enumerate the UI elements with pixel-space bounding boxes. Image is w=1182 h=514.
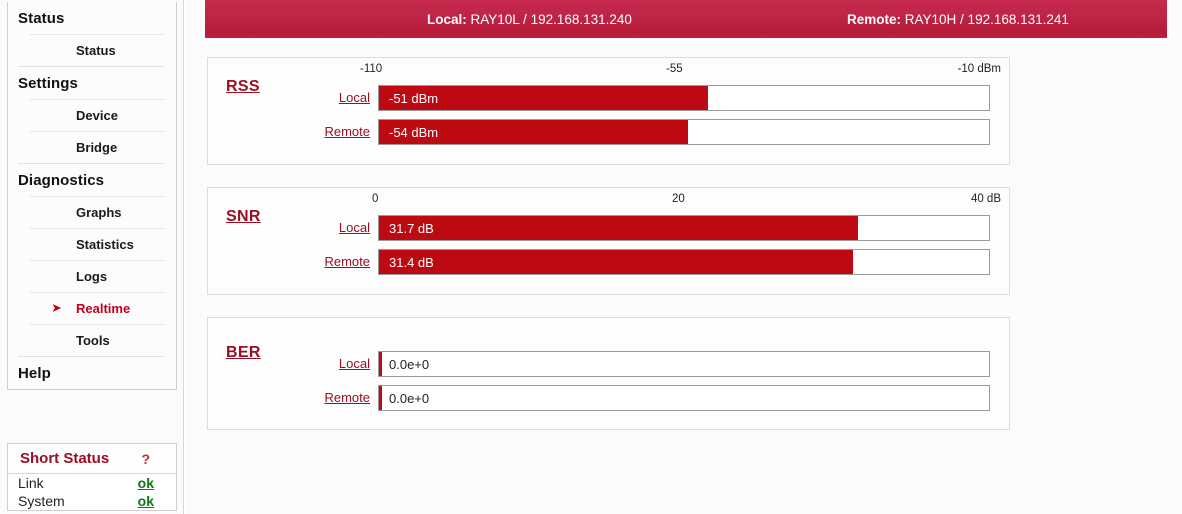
bar-track: -51 dBm (378, 85, 990, 111)
bar-track: 31.4 dB (378, 249, 990, 275)
header-local-label: Local: (427, 11, 467, 27)
status-badge[interactable]: ok (138, 475, 154, 491)
nav-group-label: Settings (18, 75, 78, 92)
sidebar-item-status[interactable]: Status (30, 34, 164, 66)
nav-group-label: Status (18, 10, 65, 27)
row-label-remote[interactable]: Remote (298, 254, 370, 269)
sidebar-item-label: Tools (76, 333, 110, 348)
panel-rss: RSS -110 -55 -10 dBm Local -51 dBm Remot… (207, 57, 1010, 165)
bar-track: -54 dBm (378, 119, 990, 145)
bar-value: 0.0e+0 (389, 356, 430, 372)
bar-value: -54 dBm (389, 124, 439, 140)
sidebar-item-logs[interactable]: Logs (30, 260, 164, 292)
page-root: Status Status Settings Device Bridge Dia… (0, 0, 1182, 514)
sidebar-item-label: Graphs (76, 205, 122, 220)
nav-menu: Status Status Settings Device Bridge Dia… (7, 2, 177, 390)
header-local-value: RAY10L / 192.168.131.240 (470, 11, 632, 27)
sidebar-item-label: Logs (76, 269, 108, 284)
sidebar-item-label: Bridge (76, 140, 118, 155)
sidebar-item-label: Status (76, 43, 116, 58)
row-label-local[interactable]: Local (298, 356, 370, 371)
bar-fill (379, 250, 853, 274)
header-remote: Remote: RAY10H / 192.168.131.241 (847, 12, 1069, 27)
short-status-header: Short Status ? (8, 444, 176, 474)
bar-fill (379, 216, 858, 240)
bar-track: 0.0e+0 (378, 351, 990, 377)
scale-tick-max: 40 dB (970, 193, 1001, 205)
bar-value: 31.7 dB (389, 220, 434, 236)
nav-group-label: Help (18, 365, 51, 382)
bar-track: 31.7 dB (378, 215, 990, 241)
nav-group-settings: Settings (18, 66, 164, 99)
scale-rss: -110 -55 -10 dBm (360, 63, 1001, 79)
header-remote-value: RAY10H / 192.168.131.241 (904, 11, 1069, 27)
sidebar-item-graphs[interactable]: Graphs (30, 196, 164, 228)
header-remote-label: Remote: (847, 11, 902, 27)
bar-value: 31.4 dB (389, 254, 434, 270)
sidebar-item-label: Device (76, 108, 118, 123)
bar-value: 0.0e+0 (389, 390, 430, 406)
nav-group-status: Status (8, 2, 176, 34)
short-status-row-link: Link ok (8, 474, 176, 492)
scale-snr: 0 20 40 dB (372, 193, 1001, 209)
short-status-title: Short Status (20, 450, 110, 467)
row-label-remote[interactable]: Remote (298, 390, 370, 405)
scale-tick-min: 0 (372, 193, 379, 205)
row-label-local[interactable]: Local (298, 90, 370, 105)
bar-value: -51 dBm (389, 90, 439, 106)
bar-track: 0.0e+0 (378, 385, 990, 411)
sidebar-item-device[interactable]: Device (30, 99, 164, 131)
sidebar-item-label: Statistics (76, 237, 134, 252)
header-local: Local: RAY10L / 192.168.131.240 (427, 12, 632, 27)
row-label-local[interactable]: Local (298, 220, 370, 235)
scale-tick-mid: 20 (672, 193, 685, 205)
sidebar-item-label: Realtime (76, 301, 131, 316)
short-status-label: System (18, 493, 65, 509)
metric-row-remote: Remote -54 dBm (208, 119, 1009, 145)
nav-group-help[interactable]: Help (18, 356, 164, 389)
scale-tick-min: -110 (360, 63, 383, 75)
nav-group-diagnostics: Diagnostics (18, 163, 164, 196)
bar-fill (379, 352, 383, 376)
sidebar-item-realtime[interactable]: ➤ Realtime (30, 292, 164, 324)
metric-row-remote: Remote 31.4 dB (208, 249, 1009, 275)
scale-tick-mid: -55 (666, 63, 683, 75)
status-badge[interactable]: ok (138, 493, 154, 509)
sidebar-item-tools[interactable]: Tools (30, 324, 164, 356)
device-header-bar: Local: RAY10L / 192.168.131.240 Remote: … (205, 0, 1167, 38)
help-icon[interactable]: ? (141, 451, 164, 467)
row-label-remote[interactable]: Remote (298, 124, 370, 139)
metric-row-local: Local -51 dBm (208, 85, 1009, 111)
panel-snr: SNR 0 20 40 dB Local 31.7 dB Remote 31.4… (207, 187, 1010, 295)
selected-arrow-icon: ➤ (52, 302, 62, 314)
panel-ber: BER Local 0.0e+0 Remote 0.0e+0 (207, 317, 1010, 430)
scale-tick-max: -10 dBm (957, 63, 1001, 75)
short-status-panel: Short Status ? Link ok System ok (7, 443, 177, 511)
main-content: Local: RAY10L / 192.168.131.240 Remote: … (185, 0, 1182, 514)
short-status-row-system: System ok (8, 492, 176, 510)
bar-fill (379, 386, 383, 410)
sidebar: Status Status Settings Device Bridge Dia… (0, 0, 184, 514)
nav-group-label: Diagnostics (18, 172, 105, 189)
sidebar-item-bridge[interactable]: Bridge (30, 131, 164, 163)
short-status-label: Link (18, 475, 44, 491)
sidebar-item-statistics[interactable]: Statistics (30, 228, 164, 260)
metric-row-remote: Remote 0.0e+0 (208, 385, 1009, 411)
metric-row-local: Local 31.7 dB (208, 215, 1009, 241)
metric-row-local: Local 0.0e+0 (208, 351, 1009, 377)
